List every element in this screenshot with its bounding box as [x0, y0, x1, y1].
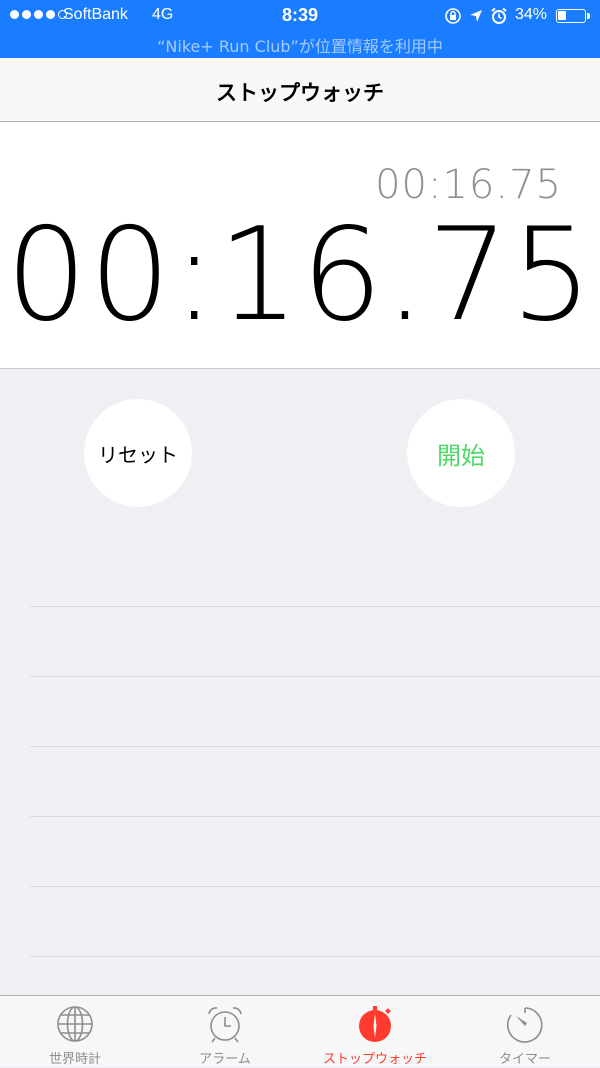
list-item [30, 746, 600, 816]
stopwatch-icon [359, 1006, 391, 1042]
tab-label: アラーム [199, 1052, 251, 1067]
orientation-lock-icon [445, 8, 461, 24]
tab-bar: 世界時計 アラーム ストップウォッチ タイマー [0, 995, 600, 1067]
alarm-clock-icon [208, 1007, 242, 1043]
tab-world-clock[interactable]: 世界時計 [0, 996, 150, 1068]
globe-icon [57, 1006, 93, 1042]
list-item [30, 886, 600, 956]
tab-alarm[interactable]: アラーム [150, 996, 300, 1068]
battery-percent: 34% [515, 6, 548, 23]
status-icons [444, 7, 508, 25]
list-item [30, 676, 600, 746]
page-title: ストップウォッチ [216, 81, 384, 105]
tab-label: 世界時計 [48, 1052, 101, 1067]
tab-stopwatch[interactable]: ストップウォッチ [300, 996, 450, 1068]
reset-button[interactable]: リセット [84, 399, 192, 507]
start-button[interactable]: 開始 [407, 399, 515, 507]
battery-icon [556, 9, 586, 23]
main-time-display: 00:16.75 [5, 201, 595, 350]
timer-icon [506, 1007, 543, 1043]
location-in-use-banner[interactable]: “Nike+ Run Club”が位置情報を利用中 [0, 33, 600, 57]
battery-fill [558, 11, 566, 20]
tab-label: ストップウォッチ [322, 1052, 427, 1067]
list-item [30, 606, 600, 676]
status-row: SoftBank 4G 8:39 34% [0, 0, 600, 32]
status-time: 8:39 [281, 5, 319, 25]
alarm-icon [491, 7, 507, 24]
time-display-panel: 00:16.75 00:16.75 [0, 122, 600, 369]
list-item [30, 816, 600, 886]
tab-label: タイマー [498, 1052, 551, 1067]
location-arrow-icon [470, 10, 482, 22]
status-bar: SoftBank 4G 8:39 34% “Nike+ Run Club”が位置… [0, 0, 600, 58]
navigation-bar: ストップウォッチ [0, 58, 600, 122]
battery-tip [587, 13, 590, 19]
tab-timer[interactable]: タイマー [450, 996, 600, 1068]
lap-list [30, 606, 600, 1026]
